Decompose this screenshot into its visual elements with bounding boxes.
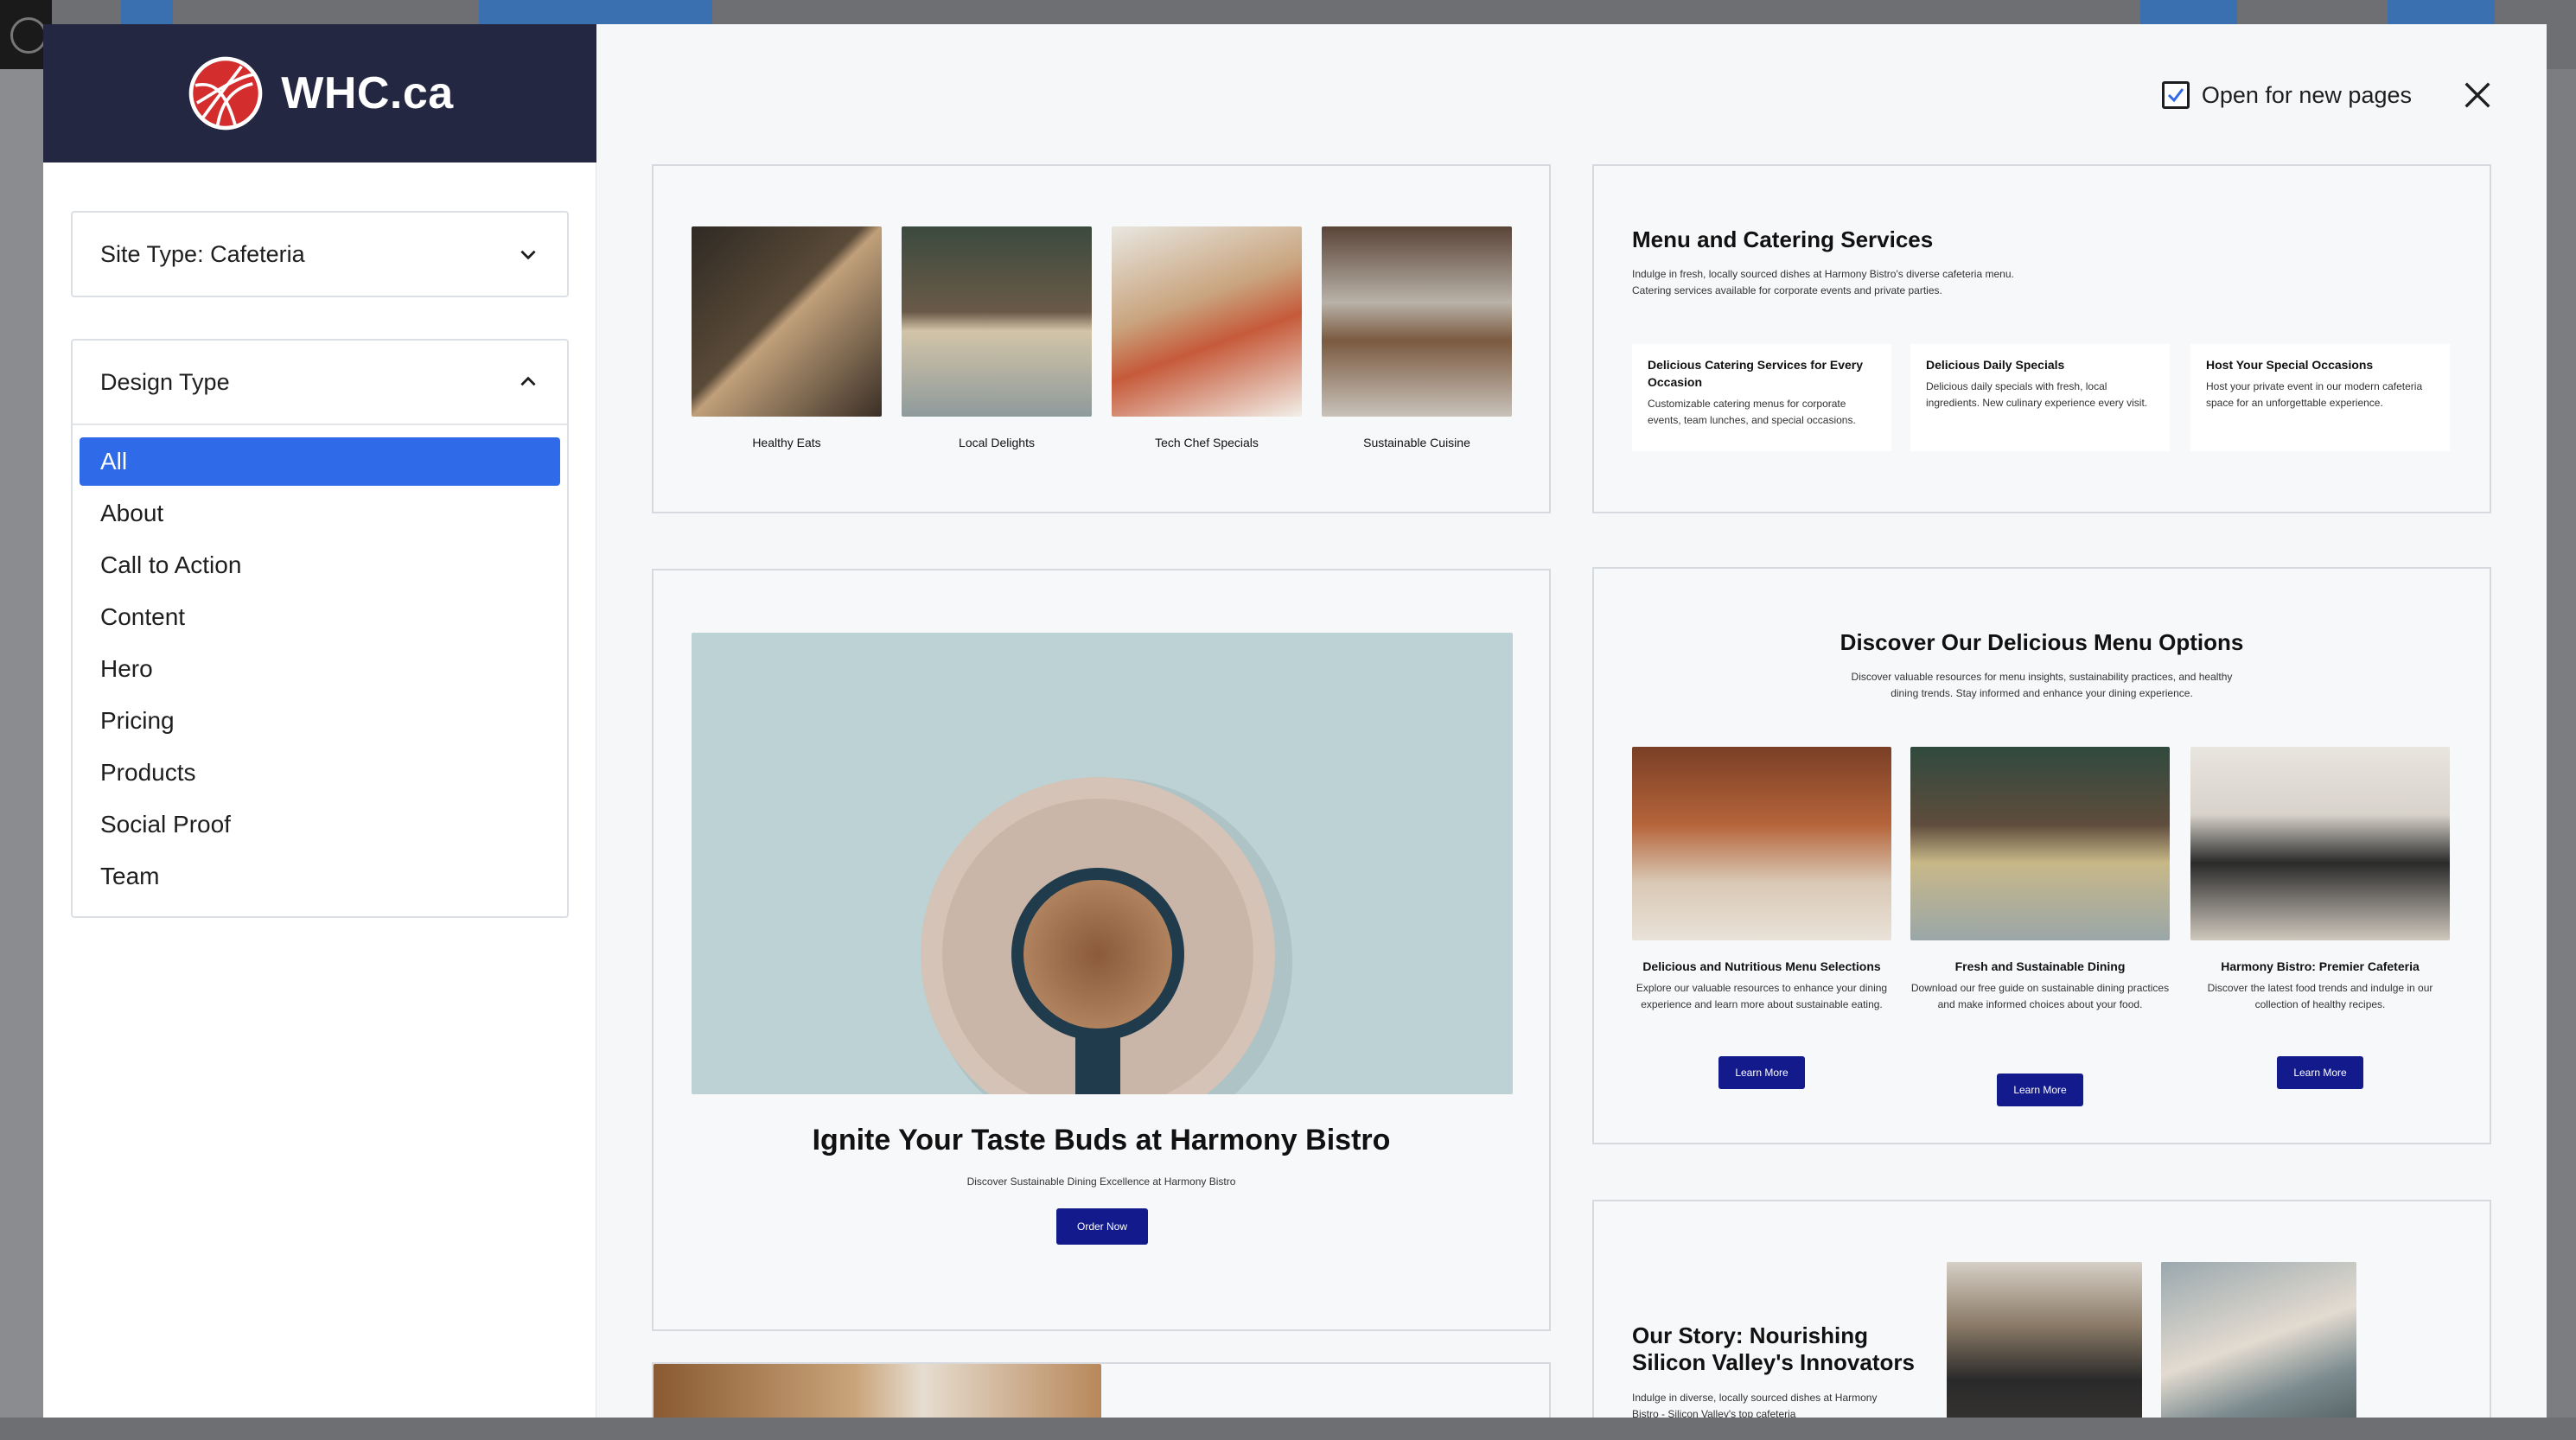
pattern-card-menu-options[interactable]: Discover Our Delicious Menu Options Disc… [1592,567,2491,1144]
design-type-team[interactable]: Team [80,852,560,901]
site-type-dropdown[interactable]: Site Type: Cafeteria [71,211,569,297]
site-type-label: Site Type: Cafeteria [100,240,305,267]
bread-image [654,1364,1101,1418]
design-library-button [479,0,712,26]
story-image-dishes [2161,1262,2356,1418]
menu-options-intro: Discover valuable resources for menu ins… [1851,671,2233,699]
checkmark-icon [2167,88,2184,103]
gallery-image-sustainable-cuisine [1322,226,1512,417]
learn-more-button: Learn More [2277,1056,2363,1089]
pattern-card-story[interactable]: Our Story: Nourishing Silicon Valley's I… [1592,1200,2491,1418]
design-type-header[interactable]: Design Type [73,341,567,424]
gallery-caption: Healthy Eats [752,436,821,449]
open-for-new-pages-checkbox[interactable] [2161,81,2190,109]
menu-item-text: Explore our valuable resources to enhanc… [1636,982,1888,1010]
publish-button [2388,0,2495,26]
modal-controls: Open for new pages [2161,78,2495,112]
hero-image [692,633,1513,1144]
chevron-down-icon [520,250,536,260]
menu-item-text: Discover the latest food trends and indu… [2207,982,2433,1010]
design-type-hero[interactable]: Hero [80,645,560,693]
editor-footer [0,1418,2576,1440]
brand-name: WHC.ca [281,68,454,118]
gallery-image-local-delights [902,226,1092,417]
menu-image-cafeteria [2190,747,2450,940]
coffee-cup-image [921,777,1292,1144]
pattern-card-catering[interactable]: Menu and Catering Services Indulge in fr… [1592,164,2491,513]
hero-subtitle: Discover Sustainable Dining Excellence a… [966,1176,1236,1188]
save-button [2140,0,2237,26]
catering-item-text: Customizable catering menus for corporat… [1648,398,1856,426]
close-icon[interactable] [2460,78,2495,112]
catering-intro: Indulge in fresh, locally sourced dishes… [1632,268,2014,296]
catering-item-text: Delicious daily specials with fresh, loc… [1926,380,2148,409]
gallery-caption: Local Delights [959,436,1035,449]
hero-title: Ignite Your Taste Buds at Harmony Bistro [812,1124,1391,1156]
sidebar: WHC.ca Site Type: Cafeteria Design Type … [43,24,596,1418]
menu-item-text: Download our free guide on sustainable d… [1910,982,2170,1010]
editor-settings-strip [2547,69,2576,1440]
learn-more-button: Learn More [1997,1074,2083,1106]
design-type-content[interactable]: Content [80,593,560,641]
catering-item: Delicious Catering Services for Every Oc… [1632,344,1891,451]
story-intro: Indulge in diverse, locally sourced dish… [1632,1392,1878,1418]
catering-item: Delicious Daily Specials Delicious daily… [1910,344,2170,451]
design-library-modal: WHC.ca Site Type: Cafeteria Design Type … [43,24,2547,1418]
story-image-tables [1947,1262,2142,1418]
gallery-image-tech-chef-specials [1112,226,1302,417]
globe-logo-icon [188,56,263,131]
design-type-label: Design Type [100,368,230,395]
catering-title: Menu and Catering Services [1632,226,1934,252]
design-type-call-to-action[interactable]: Call to Action [80,541,560,589]
menu-image-dining [1910,747,2170,940]
design-type-pricing[interactable]: Pricing [80,697,560,745]
menu-item-title: Delicious and Nutritious Menu Selections [1642,959,1881,973]
catering-item: Host Your Special Occasions Host your pr… [2190,344,2450,451]
story-title: Our Story: Nourishing Silicon Valley's I… [1632,1322,1915,1375]
catering-item-text: Host your private event in our modern ca… [2206,380,2423,409]
catering-item-title: Delicious Daily Specials [1926,358,2065,372]
design-type-social-proof[interactable]: Social Proof [80,800,560,849]
hero-order-button: Order Now [1056,1208,1148,1245]
brand-header: WHC.ca [43,24,596,162]
catering-item-title: Delicious Catering Services for Every Oc… [1648,358,1863,389]
open-for-new-pages-label[interactable]: Open for new pages [2202,82,2412,109]
design-type-list: All About Call to Action Content Hero Pr… [73,424,567,916]
design-type-all[interactable]: All [80,437,560,486]
pattern-card-gallery[interactable]: Healthy Eats Local Delights Tech Chef Sp… [652,164,1551,513]
gallery-caption: Sustainable Cuisine [1363,436,1470,449]
menu-item-title: Harmony Bistro: Premier Cafeteria [2221,959,2420,973]
design-type-products[interactable]: Products [80,749,560,797]
catering-item-title: Host Your Special Occasions [2206,358,2374,372]
menu-item-title: Fresh and Sustainable Dining [1954,959,2126,973]
add-block-button [121,0,173,26]
menu-options-title: Discover Our Delicious Menu Options [1840,629,2244,655]
learn-more-button: Learn More [1718,1056,1805,1089]
chevron-up-icon [520,376,536,386]
pattern-card-partial[interactable] [652,1362,1551,1418]
site-type-header[interactable]: Site Type: Cafeteria [73,213,567,296]
menu-image-together [1632,747,1891,940]
pattern-card-hero[interactable]: Ignite Your Taste Buds at Harmony Bistro… [652,569,1551,1331]
gallery-caption: Tech Chef Specials [1155,436,1259,449]
design-type-about[interactable]: About [80,489,560,538]
gallery-image-healthy-eats [692,226,882,417]
design-type-panel: Design Type All About Call to Action Con… [71,339,569,918]
